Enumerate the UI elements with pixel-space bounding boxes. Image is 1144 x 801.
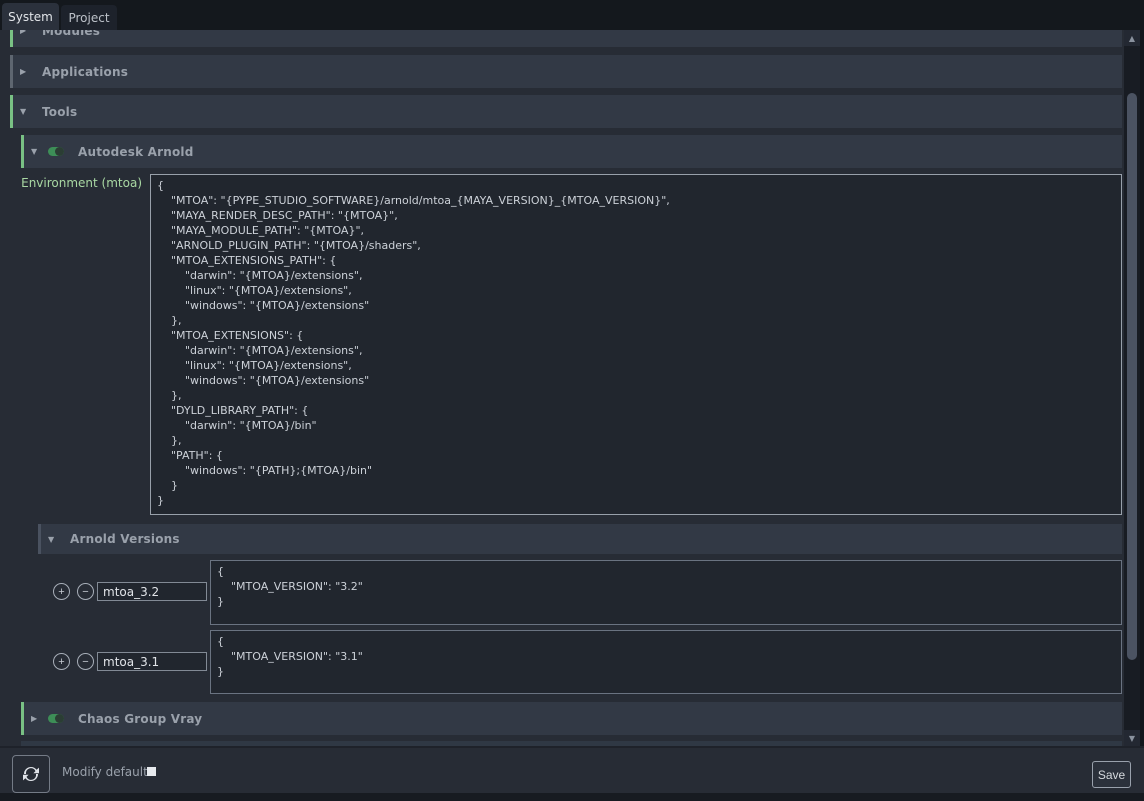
chevron-down-icon: ▼ <box>48 535 58 544</box>
add-version-button[interactable]: + <box>53 653 70 670</box>
toggle-knob <box>55 714 64 723</box>
section-title: Modules <box>42 30 100 38</box>
chevron-down-icon: ▼ <box>20 107 30 116</box>
environment-mtoa-editor[interactable]: { "MTOA": "{PYPE_STUDIO_SOFTWARE}/arnold… <box>150 174 1122 515</box>
window-bottom-edge <box>0 793 1144 801</box>
refresh-button[interactable] <box>12 755 50 793</box>
section-header-autodesk-arnold[interactable]: ▼ Autodesk Arnold <box>21 135 1122 168</box>
section-header-arnold-versions[interactable]: ▼ Arnold Versions <box>38 524 1122 554</box>
section-header-chaos-group-vray[interactable]: ▶ Chaos Group Vray <box>21 702 1122 735</box>
state-indicator-bar <box>10 55 13 88</box>
modify-defaults-label: Modify defaults <box>62 748 154 795</box>
modified-indicator-bar <box>21 702 24 735</box>
settings-scroll-area: ▶ Modules ▶ Applications ▼ Tools ▼ Autod… <box>0 30 1124 746</box>
vertical-scrollbar[interactable]: ▲ ▼ <box>1124 30 1140 746</box>
version-name-input[interactable] <box>97 582 207 601</box>
section-title: Arnold Versions <box>70 532 180 546</box>
section-header-applications[interactable]: ▶ Applications <box>10 55 1122 88</box>
settings-window: System Project ▶ Modules ▶ Applications … <box>0 0 1144 801</box>
remove-version-button[interactable]: − <box>77 653 94 670</box>
environment-mtoa-label: Environment (mtoa) <box>10 176 142 190</box>
version-json-editor[interactable]: { "MTOA_VERSION": "3.2" } <box>210 560 1122 625</box>
chevron-right-icon: ▶ <box>31 714 41 723</box>
modify-defaults-checkbox[interactable] <box>147 767 156 776</box>
tab-project[interactable]: Project <box>61 5 117 30</box>
vray-enabled-toggle[interactable] <box>48 714 64 723</box>
tab-system[interactable]: System <box>2 3 59 30</box>
modified-indicator-bar <box>21 135 24 168</box>
modified-indicator-bar <box>10 30 13 47</box>
state-indicator-bar <box>38 524 41 554</box>
version-name-input[interactable] <box>97 652 207 671</box>
section-title: Tools <box>42 105 77 119</box>
chevron-down-icon: ▼ <box>31 147 41 156</box>
remove-version-button[interactable]: − <box>77 583 94 600</box>
chevron-right-icon: ▶ <box>20 30 30 35</box>
section-header-tools[interactable]: ▼ Tools <box>10 95 1122 128</box>
footer-bar: Modify defaults Save <box>0 746 1144 793</box>
add-version-button[interactable]: + <box>53 583 70 600</box>
section-title: Applications <box>42 65 128 79</box>
refresh-icon <box>21 764 41 784</box>
window-right-edge <box>1140 30 1144 746</box>
scroll-down-button[interactable]: ▼ <box>1124 730 1140 746</box>
version-json-editor[interactable]: { "MTOA_VERSION": "3.1" } <box>210 630 1122 694</box>
chevron-right-icon: ▶ <box>20 67 30 76</box>
scroll-up-button[interactable]: ▲ <box>1124 30 1140 46</box>
section-title: Autodesk Arnold <box>78 145 194 159</box>
toggle-knob <box>55 147 64 156</box>
save-button[interactable]: Save <box>1092 761 1131 788</box>
section-header-modules[interactable]: ▶ Modules <box>10 30 1122 47</box>
arnold-enabled-toggle[interactable] <box>48 147 64 156</box>
tab-bar: System Project <box>0 0 1144 30</box>
modified-indicator-bar <box>10 95 13 128</box>
scrollbar-thumb[interactable] <box>1127 93 1137 660</box>
section-title: Chaos Group Vray <box>78 712 202 726</box>
